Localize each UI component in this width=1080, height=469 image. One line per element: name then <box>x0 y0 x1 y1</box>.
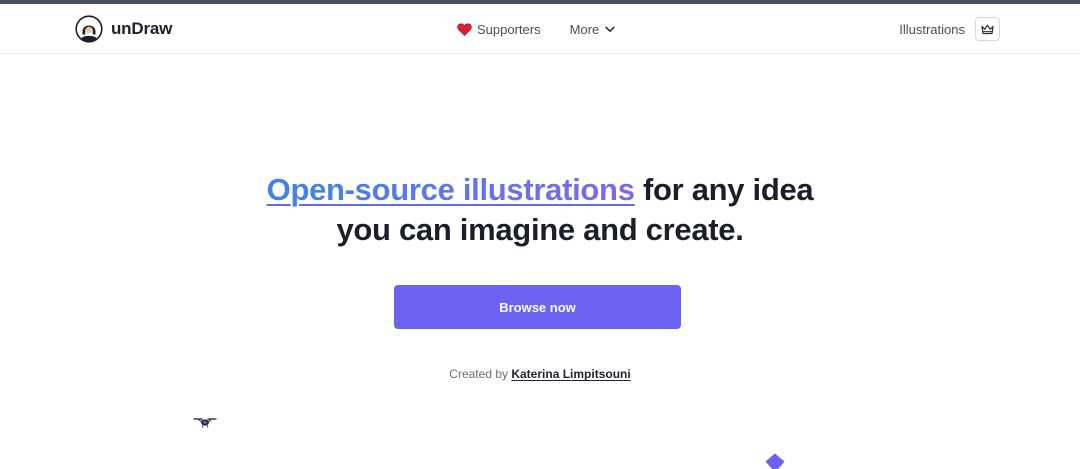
brand-link[interactable]: unDraw <box>75 15 172 43</box>
crown-icon <box>981 24 994 34</box>
credit-line: Created by Katerina Limpitsouni <box>0 367 1080 381</box>
drone-icon <box>193 418 217 428</box>
hero-section: Open-source illustrations for any idea y… <box>0 170 1080 250</box>
author-link[interactable]: Katerina Limpitsouni <box>511 367 630 381</box>
nav-right: Illustrations <box>899 17 1000 41</box>
main-nav: Supporters More <box>457 18 615 40</box>
supporters-link[interactable]: Supporters <box>457 22 541 37</box>
heart-icon <box>457 22 472 36</box>
more-label: More <box>569 21 600 37</box>
hero-title-highlight-link[interactable]: Open-source illustrations <box>267 172 635 207</box>
browse-now-button[interactable]: Browse now <box>394 285 681 329</box>
more-menu-toggle[interactable]: More <box>570 22 616 37</box>
hero-title-line2: you can imagine and create. <box>336 212 744 247</box>
hero-title-line1-rest: for any idea <box>634 172 814 207</box>
crown-button[interactable] <box>975 17 1000 41</box>
hero-title: Open-source illustrations for any idea y… <box>0 170 1080 250</box>
brand-name: unDraw <box>111 19 173 38</box>
credit-prefix: Created by <box>449 367 512 381</box>
supporters-label: Supporters <box>477 21 541 37</box>
chevron-down-icon <box>605 26 615 32</box>
navbar: unDraw Supporters More Illustrations <box>0 4 1080 54</box>
undraw-avatar-icon <box>75 15 103 43</box>
diamond-icon <box>765 453 785 469</box>
illustrations-link[interactable]: Illustrations <box>899 22 965 37</box>
